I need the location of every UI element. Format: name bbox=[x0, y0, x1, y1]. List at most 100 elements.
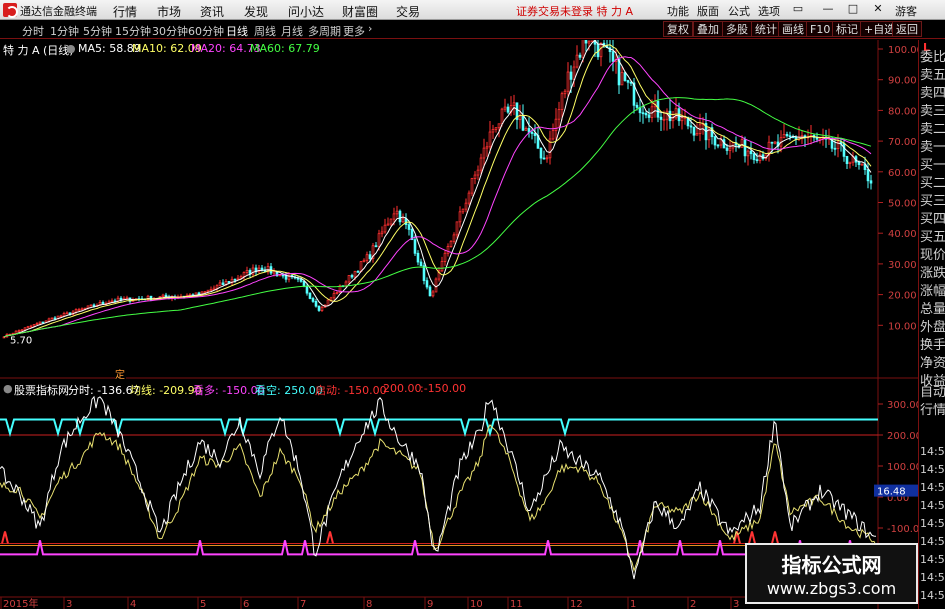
candle-body bbox=[161, 294, 165, 297]
candle-body bbox=[431, 291, 435, 297]
period-more[interactable]: 更多 bbox=[343, 23, 365, 39]
legend-dot-icon[interactable]: ● bbox=[66, 42, 76, 55]
login-notice[interactable]: 证券交易未登录 特 力 A bbox=[516, 3, 633, 19]
period-weekly[interactable]: 周线 bbox=[254, 23, 276, 39]
candle-body bbox=[386, 223, 390, 226]
candle-body bbox=[236, 277, 240, 280]
candle-body bbox=[587, 41, 591, 44]
candle-body bbox=[746, 150, 750, 157]
candle-body bbox=[320, 306, 324, 311]
period-15min[interactable]: 15分钟 bbox=[115, 23, 151, 39]
candle-body bbox=[542, 157, 546, 160]
menu-options[interactable]: 选项 bbox=[758, 3, 780, 19]
side-item-14[interactable]: 总量 bbox=[920, 302, 945, 318]
side-item-16[interactable]: 换手 bbox=[920, 338, 945, 354]
candle-body bbox=[506, 106, 510, 113]
adjust-button[interactable]: 复权 bbox=[663, 21, 693, 37]
side-item-7[interactable]: 买二 bbox=[920, 176, 945, 192]
side-item-17[interactable]: 净资 bbox=[920, 356, 945, 372]
price-axis-label: 60.00 bbox=[888, 168, 917, 179]
side-item-4[interactable]: 卖二 bbox=[920, 122, 945, 138]
candle-body bbox=[89, 304, 93, 307]
candle-body bbox=[233, 278, 237, 281]
overlay-button[interactable]: 叠加 bbox=[693, 21, 723, 37]
date-label: 9 bbox=[427, 599, 433, 609]
period-60min[interactable]: 60分钟 bbox=[188, 23, 224, 39]
quote-side-panel: L 委比 卖五 卖四 卖三 卖二 卖一 买一 买二 买三 买四 买五 现价 涨跌 涨幅 总量 外盘 换手 净资 收益… bbox=[918, 40, 945, 609]
side-item-20[interactable]: 行情 bbox=[920, 403, 945, 419]
side-time-7: 14:5 bbox=[920, 571, 945, 584]
side-item-12[interactable]: 涨跌 bbox=[920, 266, 945, 282]
candle bbox=[89, 304, 93, 307]
side-item-13[interactable]: 涨幅 bbox=[920, 284, 945, 300]
candle-body bbox=[383, 224, 387, 233]
mark-button[interactable]: 标记 bbox=[832, 21, 862, 37]
candle bbox=[590, 40, 594, 43]
period-5min[interactable]: 5分钟 bbox=[83, 23, 112, 39]
close-icon[interactable]: ✕ bbox=[870, 2, 886, 17]
draw-line-button[interactable]: 画线 bbox=[778, 21, 808, 37]
indicator-name[interactable]: 股票指标网 bbox=[14, 382, 69, 398]
candle-body bbox=[80, 308, 84, 311]
candle-body bbox=[626, 80, 630, 83]
candle-body bbox=[482, 147, 486, 159]
menu-discover[interactable]: 发现 bbox=[244, 3, 268, 20]
menu-function[interactable]: 功能 bbox=[667, 3, 689, 19]
f10-button[interactable]: F10 bbox=[806, 21, 835, 37]
candle-body bbox=[398, 210, 402, 223]
candle-body bbox=[20, 329, 24, 332]
side-item-5[interactable]: 卖一 bbox=[920, 140, 945, 156]
date-label: 10 bbox=[470, 599, 483, 609]
menu-trade[interactable]: 交易 bbox=[396, 3, 420, 20]
statistics-button[interactable]: 统计 bbox=[751, 21, 781, 37]
candle-body bbox=[362, 259, 366, 263]
menu-formula[interactable]: 公式 bbox=[728, 3, 750, 19]
maximize-icon[interactable]: □ bbox=[845, 2, 861, 17]
candle-body bbox=[101, 302, 105, 305]
side-item-6[interactable]: 买一 bbox=[920, 158, 945, 174]
back-button[interactable]: 返回 bbox=[892, 21, 922, 37]
menu-layout[interactable]: 版面 bbox=[697, 3, 719, 19]
candle-body bbox=[584, 40, 588, 44]
side-item-9[interactable]: 买四 bbox=[920, 212, 945, 228]
candle-body bbox=[533, 133, 537, 136]
kline-chart[interactable]: 100.00 90.00 80.00 70.00 60.00 50.00 40.00 30.0… bbox=[0, 40, 918, 379]
restore-window-icon[interactable]: ▭ bbox=[790, 2, 806, 17]
candle-body bbox=[578, 54, 582, 58]
candle-body bbox=[620, 72, 624, 86]
side-item-19[interactable]: 自动 bbox=[920, 385, 945, 401]
period-tick[interactable]: 分时 bbox=[22, 23, 44, 39]
candle bbox=[467, 190, 471, 206]
menu-news[interactable]: 资讯 bbox=[200, 3, 224, 20]
candle bbox=[50, 317, 54, 320]
menu-ask[interactable]: 问小达 bbox=[288, 3, 324, 20]
indicator-dot-icon[interactable]: ● bbox=[3, 382, 13, 395]
period-1min[interactable]: 1分钟 bbox=[50, 23, 79, 39]
side-item-1[interactable]: 卖五 bbox=[920, 68, 945, 84]
chevron-right-icon[interactable]: › bbox=[368, 22, 372, 35]
ind-axis-label: 300.00 bbox=[887, 400, 918, 411]
period-30min[interactable]: 30分钟 bbox=[152, 23, 188, 39]
candle-body bbox=[476, 169, 480, 176]
period-multi[interactable]: 多周期 bbox=[308, 23, 341, 39]
multi-stock-button[interactable]: 多股 bbox=[722, 21, 752, 37]
candle-body bbox=[569, 71, 573, 80]
menu-quotes[interactable]: 行情 bbox=[113, 3, 137, 20]
period-daily[interactable]: 日线 bbox=[226, 23, 248, 39]
side-item-2[interactable]: 卖四 bbox=[920, 86, 945, 102]
menu-market[interactable]: 市场 bbox=[157, 3, 181, 20]
minimize-icon[interactable]: — bbox=[820, 2, 836, 17]
candle-body bbox=[599, 42, 603, 58]
side-item-10[interactable]: 买五 bbox=[920, 230, 945, 246]
side-item-0[interactable]: 委比 bbox=[920, 50, 945, 66]
side-item-15[interactable]: 外盘 bbox=[920, 320, 945, 336]
candle-body bbox=[524, 128, 528, 131]
candle-body bbox=[332, 293, 336, 299]
guest-login[interactable]: 游客 bbox=[895, 3, 917, 19]
period-monthly[interactable]: 月线 bbox=[281, 23, 303, 39]
side-item-3[interactable]: 卖三 bbox=[920, 104, 945, 120]
event-marker[interactable]: 定 bbox=[115, 368, 125, 379]
side-item-8[interactable]: 买三 bbox=[920, 194, 945, 210]
menu-wealth[interactable]: 财富圈 bbox=[342, 3, 378, 20]
side-item-11[interactable]: 现价 bbox=[920, 248, 945, 264]
